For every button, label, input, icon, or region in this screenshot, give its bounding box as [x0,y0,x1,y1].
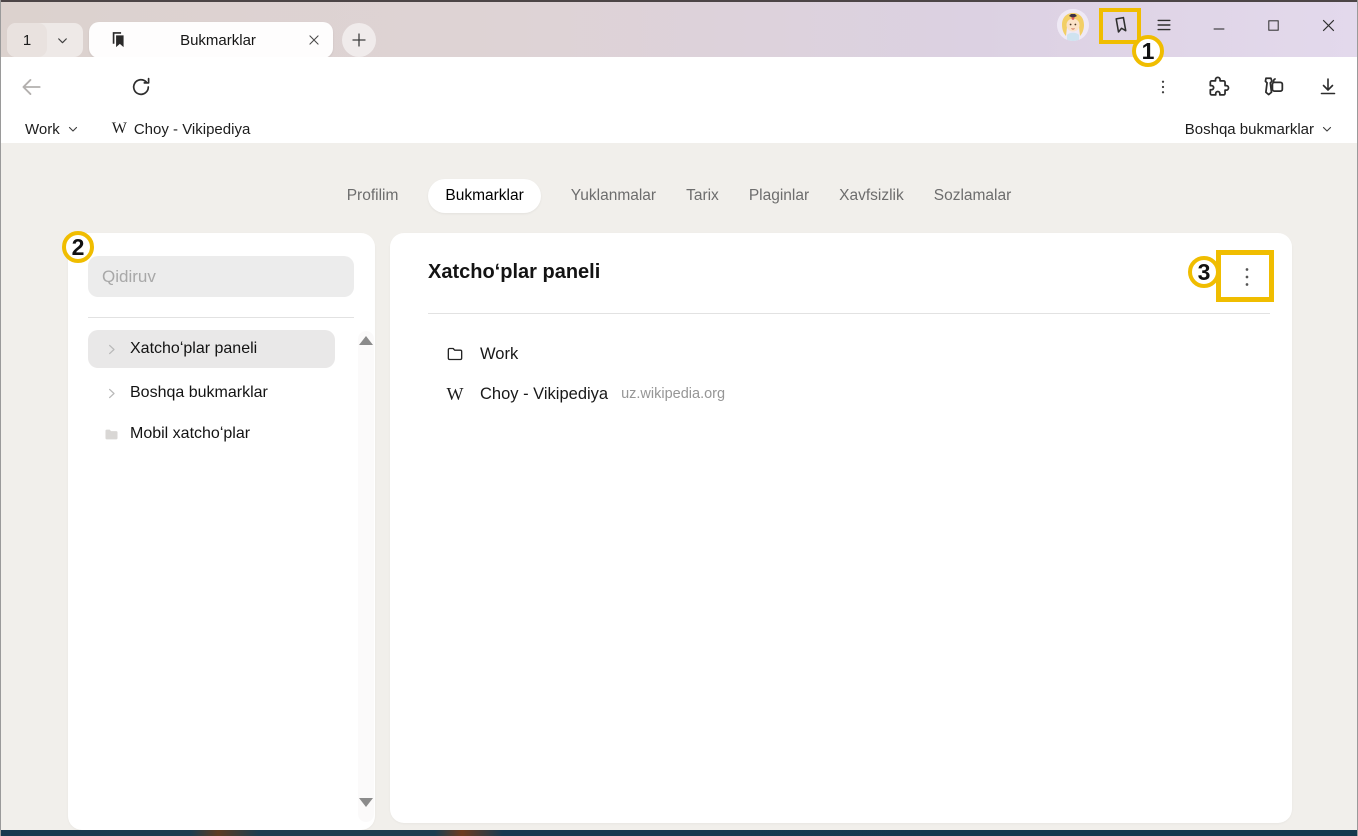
tab-yuklanmalar[interactable]: Yuklanmalar [571,179,656,213]
bookmark-label: Choy - Vikipediya [134,121,250,138]
folder-icon [102,426,120,443]
passwords-icon[interactable] [1256,70,1290,104]
chevron-down-icon [67,123,79,135]
maximize-button[interactable] [1256,8,1290,42]
close-button[interactable] [1311,8,1345,42]
minimize-button[interactable] [1202,8,1236,42]
folders-sidebar: Xatchoʻplar paneli Boshqa bukmarklar Mob… [68,233,375,830]
bookmark-row-label: Work [480,345,518,364]
annotation-step-2: 2 [62,231,94,263]
sidebar-scrollbar[interactable] [358,331,374,822]
tab-bukmarklar[interactable]: Bukmarklar [428,179,540,213]
bookmarks-bar: Work W Choy - Vikipediya Boshqa bukmarkl… [1,115,1357,143]
chevron-right-icon [102,386,120,401]
annotation-box-3 [1216,250,1274,302]
tab-close-icon[interactable] [307,33,321,47]
bookmark-row-choy[interactable]: W Choy - Vikipediya uz.wikipedia.org [428,374,725,414]
back-button[interactable] [14,70,48,104]
wikipedia-favicon: W [444,384,466,405]
folder-icon [444,344,466,364]
downloads-icon[interactable] [1311,70,1345,104]
scroll-up-icon[interactable] [359,336,373,345]
divider [428,313,1270,314]
tab-profilim[interactable]: Profilim [347,179,399,213]
panel-title: Xatchoʻplar paneli [428,261,600,284]
reload-button[interactable] [124,70,158,104]
chevron-down-icon [1321,123,1333,135]
folder-label: Work [25,121,60,138]
manager-nav-tabs: Profilim Bukmarklar Yuklanmalar Tarix Pl… [1,179,1357,213]
chevron-right-icon [102,342,120,357]
tab-strip: 1 Bukmarklar [1,0,1357,57]
sidebar-item-label: Boshqa bukmarklar [130,384,268,402]
wikipedia-favicon: W [112,120,127,138]
bookmarks-bar-item-choy[interactable]: W Choy - Vikipediya [112,120,251,138]
bookmark-row-label: Choy - Vikipediya [480,385,608,404]
bookmarks-bar-folder-work[interactable]: Work [25,121,79,138]
bookmark-row-domain: uz.wikipedia.org [621,386,725,402]
search-input[interactable] [88,256,354,297]
sidebar-item-mobil-xatchoplar[interactable]: Mobil xatchoʻplar [88,415,335,453]
annotation-step-1: 1 [1132,35,1164,67]
bookmarks-panel: Xatchoʻplar paneli Work W Choy - Vikiped… [390,233,1292,823]
tab-counter[interactable]: 1 [7,23,83,57]
sidebar-item-label: Xatchoʻplar paneli [130,340,257,358]
tab-tarix[interactable]: Tarix [686,179,719,213]
sidebar-item-xatchoplar-paneli[interactable]: Xatchoʻplar paneli [88,330,335,368]
tab-title: Bukmarklar [129,32,307,49]
tab-count-badge[interactable]: 1 [7,23,47,57]
tab-plaginlar[interactable]: Plaginlar [749,179,809,213]
tab-xavfsizlik[interactable]: Xavfsizlik [839,179,904,213]
extensions-icon[interactable] [1201,70,1235,104]
browser-window: 1 Bukmarklar [0,0,1358,836]
bookmark-row-work[interactable]: Work [428,334,518,374]
annotation-box-1 [1099,8,1141,44]
bookmarks-manager-page: Profilim Bukmarklar Yuklanmalar Tarix Pl… [1,143,1357,830]
active-tab[interactable]: Bukmarklar [89,22,333,58]
profile-avatar[interactable] [1057,9,1089,41]
other-bookmarks-label: Boshqa bukmarklar [1185,121,1314,138]
window-bottom-edge [1,830,1357,836]
sidebar-item-label: Mobil xatchoʻplar [130,425,250,443]
urlbar-more-button[interactable] [1146,70,1180,104]
other-bookmarks-button[interactable]: Boshqa bukmarklar [1185,121,1333,138]
sidebar-item-boshqa-bukmarklar[interactable]: Boshqa bukmarklar [88,374,335,412]
chevron-down-icon [56,34,69,47]
sidebar-search[interactable] [88,256,354,297]
annotation-step-3: 3 [1188,256,1220,288]
divider [88,317,354,318]
bookmarks-tab-icon [109,30,129,50]
new-tab-button[interactable] [342,23,376,57]
tab-sozlamalar[interactable]: Sozlamalar [934,179,1012,213]
scroll-down-icon[interactable] [359,798,373,807]
